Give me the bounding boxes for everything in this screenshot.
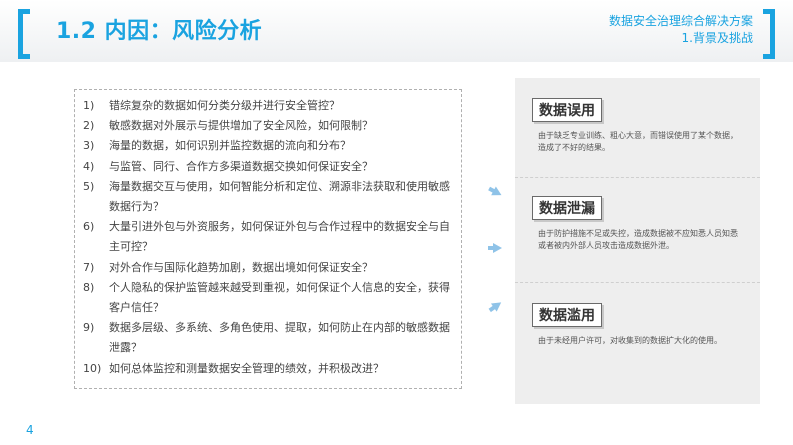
- page-number: 4: [26, 423, 34, 437]
- panel-divider: [515, 282, 760, 283]
- risk-desc-abuse: 由于未经用户许可，对收集到的数据扩大化的使用。: [538, 336, 722, 345]
- question-text: 错综复杂的数据如何分类分级并进行安全管控？: [109, 99, 340, 112]
- question-number: 9): [83, 321, 95, 335]
- question-item: 3) 海量的数据，如何识别并监控数据的流向和分布？: [75, 136, 461, 156]
- question-item: 8) 个人隐私的保护监管越来越受到重视，如何保证个人信息的安全，获得客户信任？: [75, 278, 461, 318]
- question-list: 1) 错综复杂的数据如何分类分级并进行安全管控？ 2) 敏感数据对外展示与提供增加了…: [74, 89, 462, 389]
- right-bracket-decoration: [763, 9, 775, 59]
- risk-title-misuse: 数据误用: [532, 98, 602, 122]
- question-item: 1) 错综复杂的数据如何分类分级并进行安全管控？: [75, 96, 461, 116]
- question-number: 8): [83, 280, 95, 294]
- question-item: 10) 如何总体监控和测量数据安全管理的绩效，并积极改进？: [75, 359, 461, 379]
- question-number: 5): [83, 179, 95, 193]
- risk-desc-misuse: 由于缺乏专业训练、粗心大意，而错误使用了某个数据，造成了不好的结果。: [538, 131, 738, 152]
- arrow-right-icon: [488, 243, 502, 253]
- question-number: 10): [83, 361, 102, 375]
- question-text: 海量的数据，如何识别并监控数据的流向和分布？: [109, 139, 351, 153]
- question-item: 9) 数据多层级、多系统、多角色使用、提取，如何防止在内部的敏感数据泄露？: [75, 318, 461, 358]
- question-text: 个人隐私的保护监管越来越受到重视，如何保证个人信息的安全，获得客户信任？: [109, 280, 450, 315]
- question-text: 对外合作与国际化趋势加剧，数据出境如何保证安全？: [109, 260, 373, 274]
- risk-title-leak: 数据泄漏: [532, 196, 602, 220]
- question-item: 6) 大量引进外包与外资服务，如何保证外包与合作过程中的数据安全与自主可控？: [75, 217, 461, 257]
- risk-title-abuse: 数据滥用: [532, 303, 602, 327]
- subtitle-line-2: 1.背景及挑战: [681, 31, 753, 45]
- header-bar: 1.2 内因：风险分析 数据安全治理综合解决方案 1.背景及挑战: [0, 0, 793, 62]
- question-text: 数据多层级、多系统、多角色使用、提取，如何防止在内部的敏感数据泄露？: [109, 321, 450, 355]
- arrow-right-icon: [490, 298, 505, 312]
- arrow-right-icon: [491, 186, 504, 200]
- question-text: 海量数据交互与使用，如何智能分析和定位、溯源非法获取和使用敏感数据行为？: [109, 179, 450, 214]
- question-item: 7) 对外合作与国际化趋势加剧，数据出境如何保证安全？: [75, 258, 461, 278]
- question-item: 5) 海量数据交互与使用，如何智能分析和定位、溯源非法获取和使用敏感数据行为？: [75, 177, 461, 217]
- question-number: 1): [83, 99, 95, 112]
- panel-divider: [515, 177, 760, 178]
- left-bracket-decoration: [18, 9, 30, 59]
- question-number: 7): [83, 260, 95, 274]
- question-item: 4) 与监管、同行、合作方多渠道数据交换如何保证安全？: [75, 157, 461, 177]
- question-text: 敏感数据对外展示与提供增加了安全风险，如何限制？: [109, 119, 373, 133]
- question-text: 大量引进外包与外资服务，如何保证外包与合作过程中的数据安全与自主可控？: [109, 220, 450, 254]
- header-subtitle: 数据安全治理综合解决方案 1.背景及挑战: [609, 13, 753, 47]
- question-number: 6): [83, 220, 95, 234]
- question-item: 2) 敏感数据对外展示与提供增加了安全风险，如何限制？: [75, 116, 461, 136]
- question-number: 2): [83, 119, 95, 133]
- question-text: 与监管、同行、合作方多渠道数据交换如何保证安全？: [109, 159, 373, 173]
- question-text: 如何总体监控和测量数据安全管理的绩效，并积极改进？: [109, 361, 384, 375]
- page-title: 1.2 内因：风险分析: [56, 19, 263, 44]
- question-number: 3): [83, 139, 95, 153]
- risk-desc-leak: 由于防护措施不足或失控，造成数据被不应知悉人员知悉或者被内外部人员攻击造成数据外…: [538, 229, 738, 250]
- question-number: 4): [83, 159, 95, 173]
- subtitle-line-1: 数据安全治理综合解决方案: [608, 14, 753, 28]
